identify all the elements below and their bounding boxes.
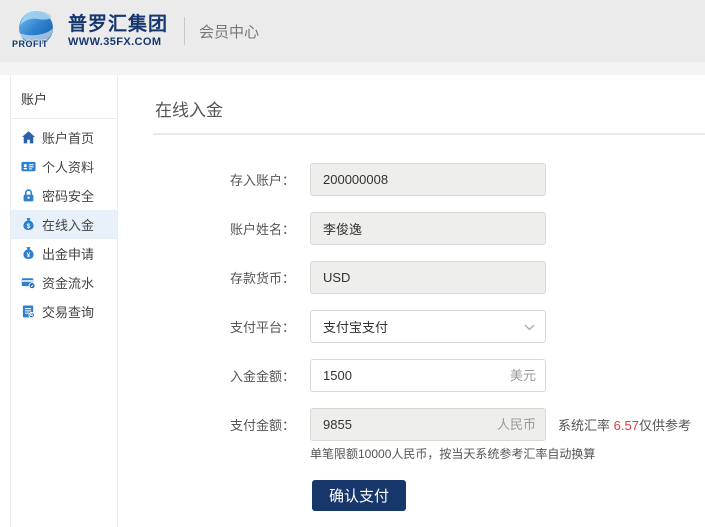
confirm-payment-button[interactable]: 确认支付: [312, 480, 406, 511]
trade-query-icon: [21, 304, 36, 319]
funds-flow-icon: [21, 275, 36, 290]
deposit-currency-label: 存款货币：: [155, 268, 295, 287]
sidebar-item-profile[interactable]: 个人资料: [11, 152, 117, 181]
deposit-currency-field: [310, 261, 546, 294]
header-divider: [184, 17, 185, 45]
form-row-account-name: 账户姓名：: [155, 212, 705, 245]
brand-url: WWW.35FX.COM: [68, 36, 168, 49]
sidebar-item-label: 密码安全: [42, 186, 94, 205]
brand-name: 普罗汇集团: [68, 14, 168, 36]
sidebar-item-label: 出金申请: [42, 244, 94, 263]
sidebar-group-title: 账户: [11, 75, 117, 118]
sidebar-item-funds-flow[interactable]: 资金流水: [11, 268, 117, 297]
svg-text:¥: ¥: [27, 252, 31, 259]
limit-note: 单笔限额10000人民币，按当天系统参考汇率自动换算: [310, 445, 705, 462]
deposit-amount-label: 入金金额：: [155, 366, 295, 385]
title-divider: [153, 133, 705, 135]
sidebar-item-withdraw-request[interactable]: ¥ 出金申请: [11, 239, 117, 268]
payment-platform-label: 支付平台：: [155, 317, 295, 336]
payment-amount-label: 支付金额：: [155, 415, 295, 434]
form-row-deposit-account: 存入账户：: [155, 163, 705, 196]
chevron-down-icon: [524, 319, 535, 334]
sidebar-item-label: 在线入金: [42, 215, 94, 234]
exchange-rate-value: 6.57: [614, 418, 639, 433]
payment-amount-field: [310, 408, 546, 441]
form-row-deposit-amount: 入金金额： 美元: [155, 359, 705, 392]
account-name-label: 账户姓名：: [155, 219, 295, 238]
sidebar-item-label: 交易查询: [42, 302, 94, 321]
sidebar-item-label: 账户首页: [42, 128, 94, 147]
withdraw-moneybag-icon: ¥: [21, 246, 36, 261]
header-sub-strip: [0, 62, 705, 75]
deposit-account-label: 存入账户：: [155, 170, 295, 189]
sidebar-item-account-home[interactable]: 账户首页: [11, 123, 117, 152]
sidebar-item-trade-query[interactable]: 交易查询: [11, 297, 117, 326]
deposit-moneybag-icon: $: [21, 217, 36, 232]
sidebar: 账户 账户首页 个人资料 密码安全 $ 在线入金: [10, 75, 118, 527]
payment-platform-select[interactable]: 支付宝支付: [310, 310, 546, 343]
svg-text:$: $: [27, 223, 31, 230]
id-card-icon: [21, 159, 36, 174]
form-row-payment-amount: 支付金额： 人民币 系统汇率 6.57仅供参考: [155, 408, 705, 441]
sidebar-item-online-deposit[interactable]: $ 在线入金: [11, 210, 117, 239]
lock-icon: [21, 188, 36, 203]
form-row-deposit-currency: 存款货币：: [155, 261, 705, 294]
sidebar-item-password-security[interactable]: 密码安全: [11, 181, 117, 210]
logo: PROFIT: [14, 7, 60, 55]
sidebar-item-label: 资金流水: [42, 273, 94, 292]
main-content: 在线入金 存入账户： 账户姓名： 存款货币： 支付平台： 支付宝支付: [118, 75, 705, 527]
deposit-form: 存入账户： 账户姓名： 存款货币： 支付平台： 支付宝支付: [155, 163, 705, 511]
sidebar-nav: 账户首页 个人资料 密码安全 $ 在线入金 ¥ 出金申请: [11, 119, 117, 326]
brand-block: 普罗汇集团 WWW.35FX.COM: [68, 14, 168, 48]
deposit-account-field: [310, 163, 546, 196]
exchange-rate-note: 系统汇率 6.57仅供参考: [558, 415, 691, 434]
logo-wordmark: PROFIT: [12, 39, 48, 49]
form-row-payment-platform: 支付平台： 支付宝支付: [155, 310, 705, 343]
sidebar-item-label: 个人资料: [42, 157, 94, 176]
payment-platform-value: 支付宝支付: [323, 317, 388, 336]
account-name-field: [310, 212, 546, 245]
home-icon: [21, 130, 36, 145]
deposit-amount-input[interactable]: [310, 359, 546, 392]
page-title: 在线入金: [155, 96, 705, 121]
header: PROFIT 普罗汇集团 WWW.35FX.COM 会员中心: [0, 0, 705, 62]
section-title: 会员中心: [199, 21, 259, 42]
